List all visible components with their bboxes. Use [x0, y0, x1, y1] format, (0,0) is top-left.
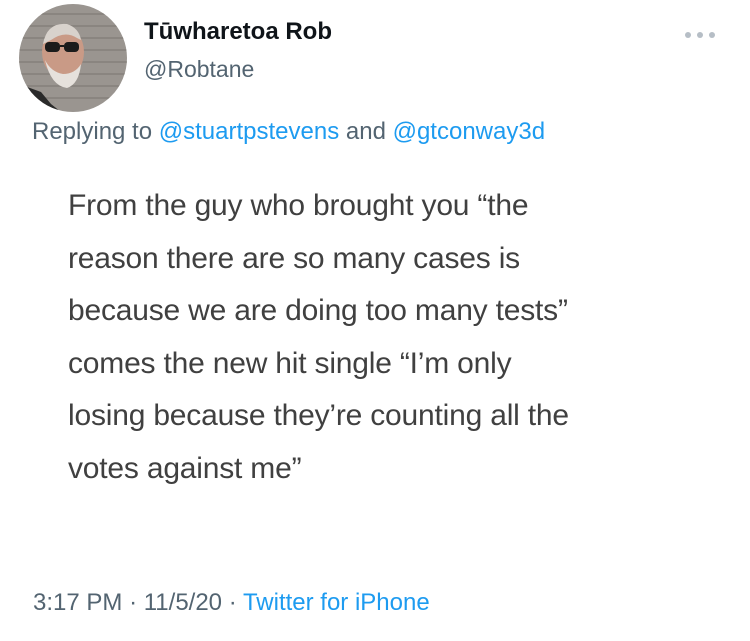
meta-separator: · — [129, 589, 138, 616]
meta-separator: · — [228, 589, 237, 616]
tweet-time[interactable]: 3:17 PM — [33, 589, 122, 616]
replying-to-label: Replying to — [32, 118, 153, 145]
tweet-image-text-line: losing because they’re counting all the — [68, 399, 569, 432]
mention-link-stuartpstevens[interactable]: @stuartpstevens — [159, 118, 339, 145]
tweet-meta: 3:17 PM · 11/5/20 · Twitter for iPhone — [33, 589, 430, 617]
replying-to-conjunction: and — [345, 118, 386, 145]
tweet-image-text-line: From the guy who brought you “the — [68, 189, 529, 222]
tweet-image-text-line: comes the new hit single “I’m only — [68, 346, 512, 380]
tweet-image-text-line: because we are doing too many tests” — [68, 294, 568, 327]
profile-photo-icon — [19, 4, 127, 112]
replying-to-line: Replying to @stuartpstevens and @gtconwa… — [32, 118, 545, 146]
more-horizontal-icon — [685, 32, 715, 38]
user-handle[interactable]: @Robtane — [144, 56, 254, 83]
tweet-source-link[interactable]: Twitter for iPhone — [243, 589, 430, 616]
tweet-image-text-line: votes against me” — [68, 451, 302, 485]
tweet-image-text-line: reason there are so many cases is — [68, 241, 520, 275]
display-name[interactable]: Tūwharetoa Rob — [144, 18, 332, 46]
tweet-date[interactable]: 11/5/20 — [144, 589, 222, 616]
mention-link-gtconway3d[interactable]: @gtconway3d — [393, 118, 545, 145]
avatar[interactable] — [19, 4, 127, 112]
tweet-image[interactable]: From the guy who brought you “the reason… — [68, 180, 708, 510]
more-options-button[interactable] — [677, 20, 723, 50]
